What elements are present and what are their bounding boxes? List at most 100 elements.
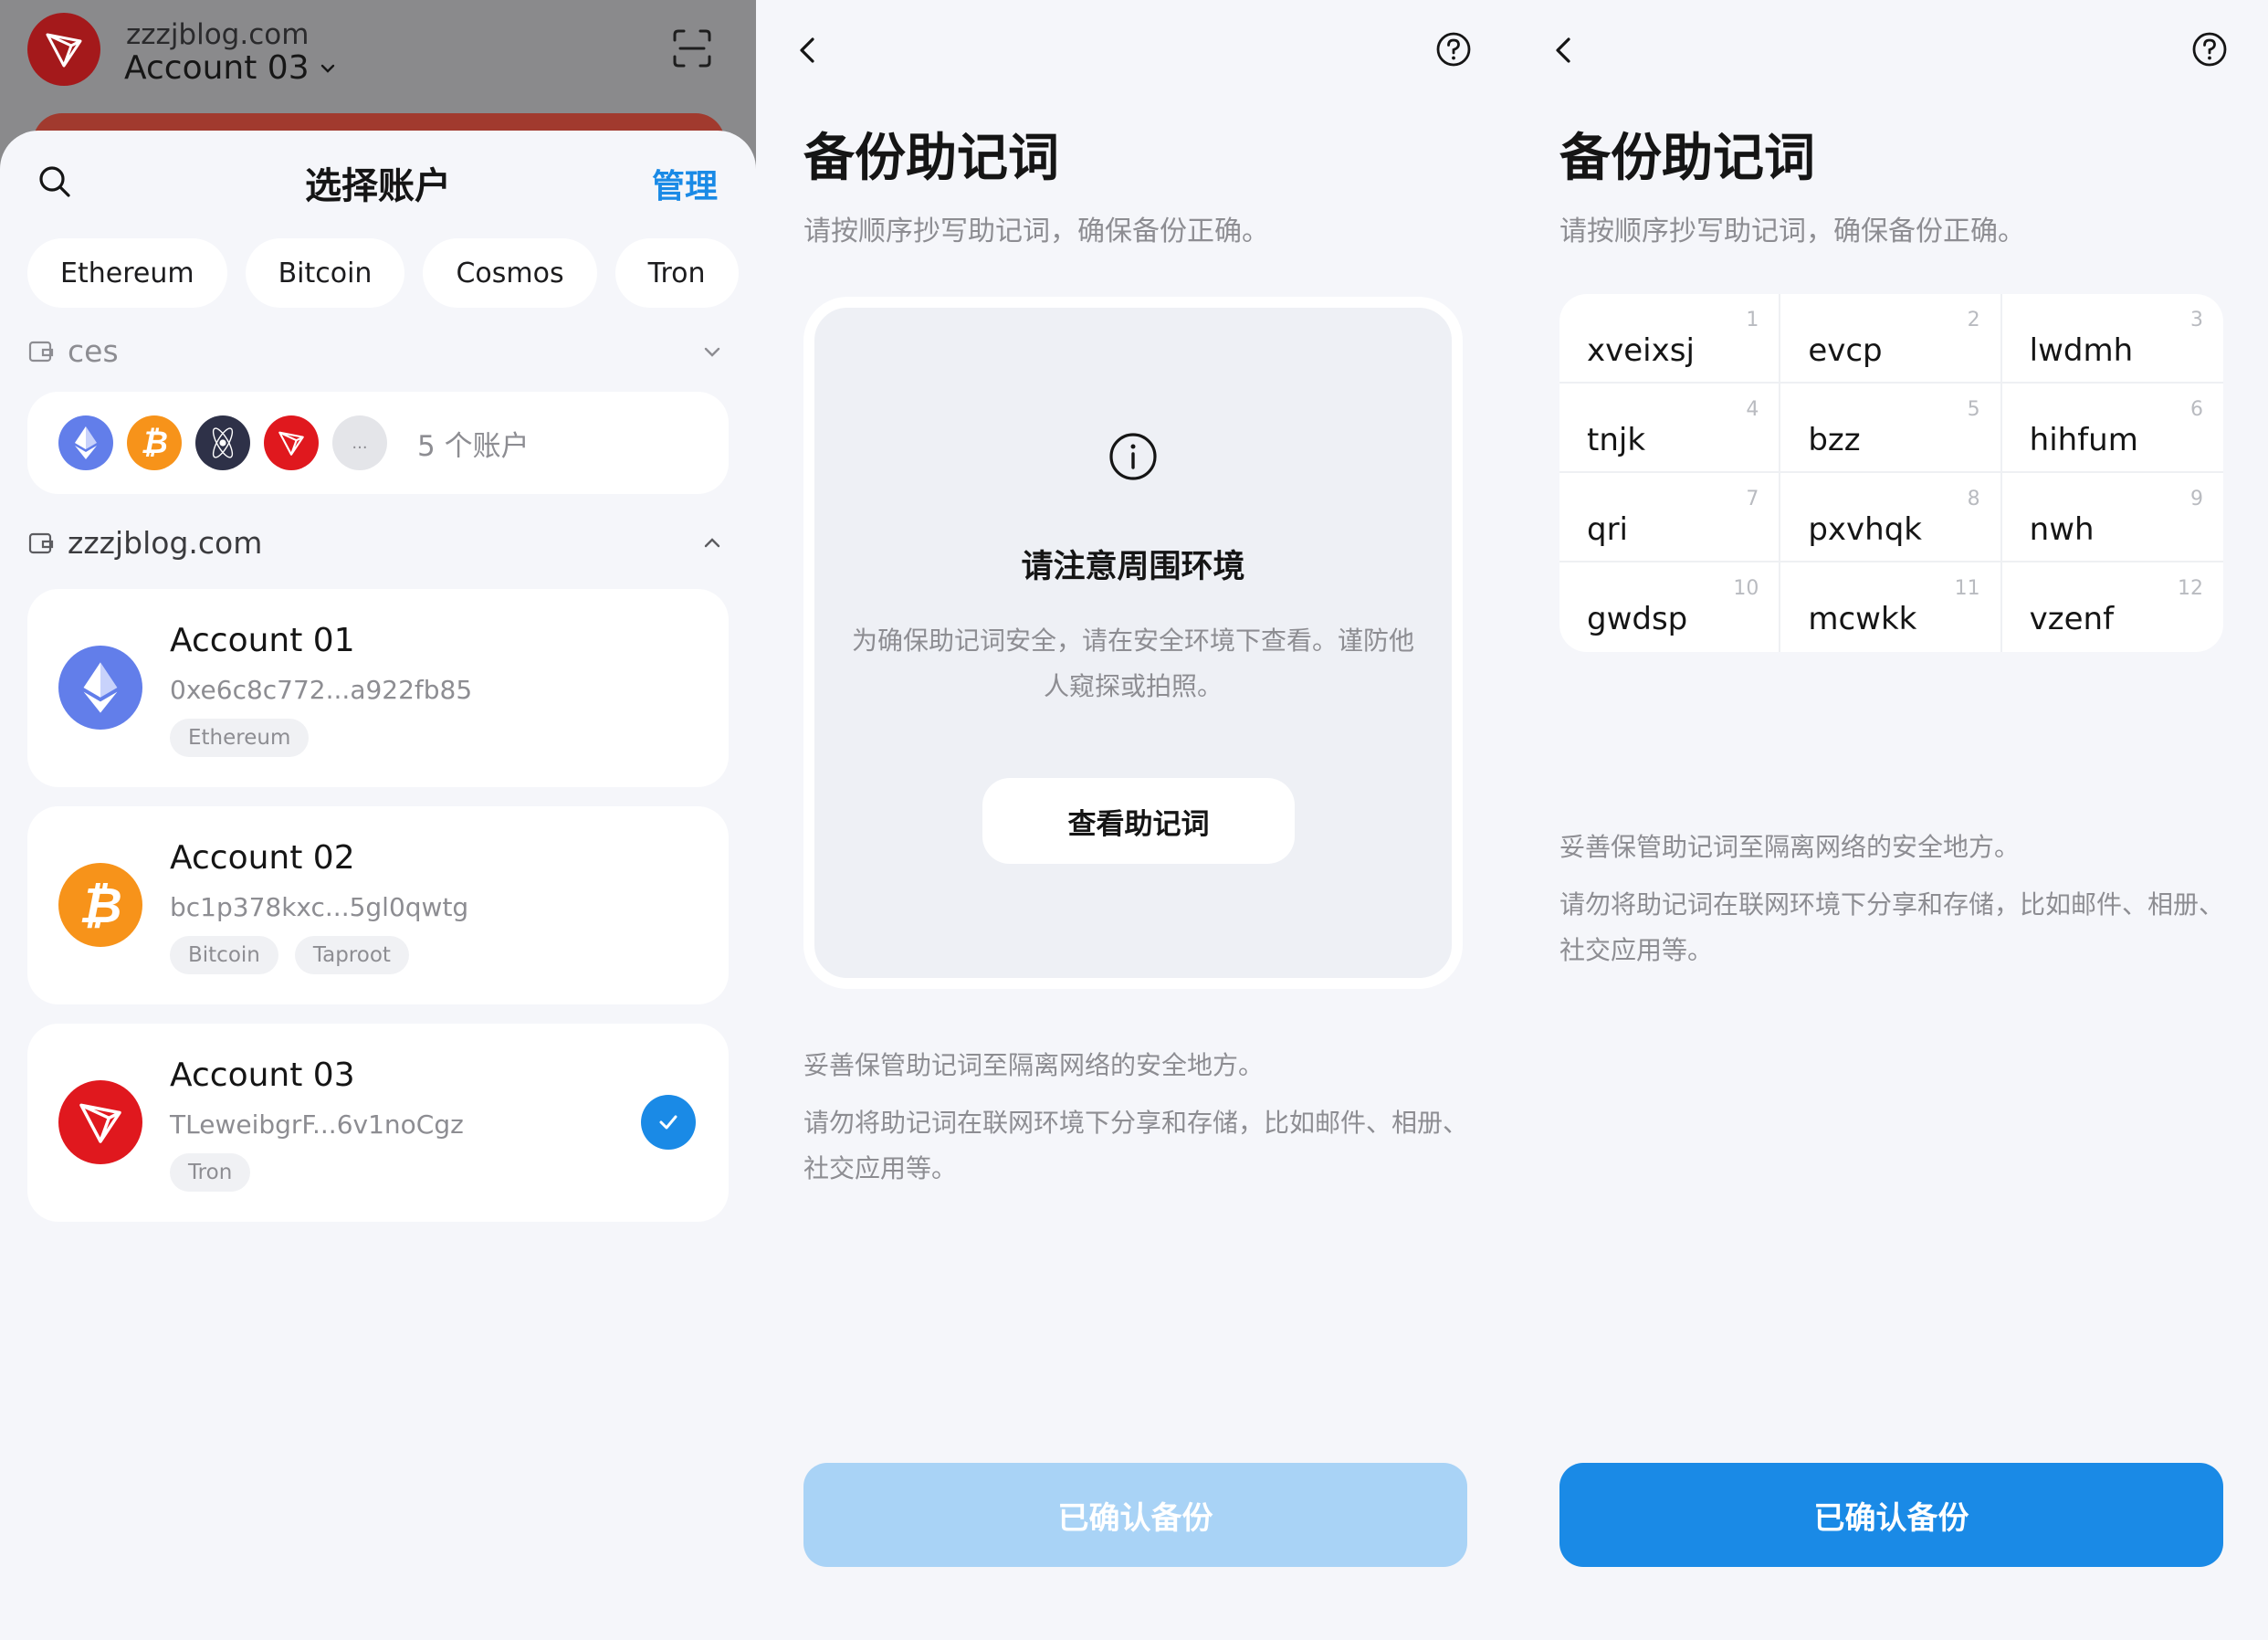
- word-index: 4: [1746, 398, 1759, 421]
- wallet-group-summary-ces[interactable]: ₿ ... 5 个账户: [27, 392, 729, 494]
- mnemonic-word-cell: 5 bzz: [1780, 384, 2002, 473]
- wallet-group-name: ces: [68, 333, 119, 369]
- account-count-label: 5 个账户: [417, 429, 530, 463]
- account-picker-screen: zzzjblog.com Account 03 选择账户 管理 Ethereum…: [0, 0, 756, 1640]
- page-title: 备份助记词: [1559, 129, 1815, 188]
- account-card-01[interactable]: Account 01 0xe6c8c772...a922fb85 Ethereu…: [27, 589, 729, 787]
- current-account-selector[interactable]: Account 03: [124, 49, 337, 87]
- mnemonic-word: nwh: [2029, 511, 2095, 548]
- bitcoin-icon: ₿: [58, 863, 142, 947]
- account-address: TLeweibgrF...6v1noCgz: [170, 1109, 464, 1140]
- chain-filter-cosmos[interactable]: Cosmos: [423, 238, 597, 308]
- mnemonic-word: pxvhqk: [1808, 511, 1922, 548]
- sheet-title: 选择账户: [305, 165, 451, 207]
- mnemonic-word: vzenf: [2029, 601, 2115, 637]
- mnemonic-word-grid: 1 xveixsj 2 evcp 3 lwdmh 4 tnjk 5 bzz 6 hihfum…: [1559, 294, 2223, 652]
- bitcoin-icon: ₿: [127, 415, 182, 470]
- backup-tip-2: 请勿将助记词在联网环境下分享和存储，比如邮件、相册、社交应用等。: [803, 1108, 1469, 1183]
- info-icon: [1109, 433, 1157, 480]
- account-address: bc1p378kxc...5gl0qwtg: [170, 892, 469, 922]
- mnemonic-word: lwdmh: [2029, 332, 2134, 369]
- mnemonic-word: evcp: [1808, 332, 1883, 369]
- view-phrase-button[interactable]: 查看助记词: [982, 778, 1295, 864]
- wallet-icon: [28, 532, 54, 553]
- chain-filter-ethereum[interactable]: Ethereum: [27, 238, 227, 308]
- select-account-sheet: 选择账户 管理 Ethereum Bitcoin Cosmos Tron ces…: [0, 131, 756, 1640]
- chevron-up-icon: [704, 537, 720, 547]
- manage-button[interactable]: 管理: [652, 160, 718, 207]
- mnemonic-word: mcwkk: [1808, 601, 1917, 637]
- confirm-backup-button-disabled: 已确认备份: [803, 1463, 1467, 1567]
- ethereum-icon: [58, 415, 113, 470]
- mnemonic-word: xveixsj: [1587, 332, 1695, 369]
- mnemonic-word-cell: 2 evcp: [1780, 294, 2002, 384]
- backup-phrase-hidden-screen: 备份助记词 请按顺序抄写助记词，确保备份正确。 请注意周围环境 为确保助记词安全…: [756, 0, 1512, 1640]
- mnemonic-word: bzz: [1808, 422, 1861, 458]
- account-name: Account 01: [170, 622, 355, 659]
- back-arrow-icon[interactable]: [793, 35, 824, 66]
- account-card-03[interactable]: Account 03 TLeweibgrF...6v1noCgz Tron: [27, 1024, 729, 1222]
- mnemonic-word-cell: 7 qri: [1559, 473, 1781, 562]
- more-coins-indicator: ...: [332, 415, 387, 470]
- mnemonic-word: tnjk: [1587, 422, 1646, 458]
- chain-tag: Bitcoin: [170, 936, 278, 974]
- selected-check-icon: [641, 1095, 696, 1150]
- word-index: 10: [1733, 577, 1759, 600]
- word-index: 5: [1967, 398, 1980, 421]
- wallet-icon: [28, 341, 54, 362]
- wallet-domain: zzzjblog.com: [126, 18, 310, 51]
- coin-icon-row: ₿ ... 5 个账户: [58, 415, 530, 470]
- mnemonic-word-cell: 11 mcwkk: [1780, 562, 2002, 652]
- backup-tip-1: 妥善保管助记词至隔离网络的安全地方。: [1559, 832, 2021, 862]
- word-index: 9: [2189, 488, 2203, 510]
- scan-icon[interactable]: [671, 27, 713, 69]
- mnemonic-word-cell: 10 gwdsp: [1559, 562, 1781, 652]
- chevron-down-icon: [320, 64, 334, 73]
- word-index: 7: [1746, 488, 1759, 510]
- help-icon[interactable]: [2191, 31, 2228, 68]
- mnemonic-word-cell: 6 hihfum: [2001, 384, 2223, 473]
- chain-tag: Ethereum: [170, 719, 310, 757]
- back-arrow-icon[interactable]: [1549, 35, 1580, 66]
- backup-tip-1: 妥善保管助记词至隔离网络的安全地方。: [803, 1050, 1265, 1080]
- chevron-down-icon: [704, 347, 720, 357]
- chain-filter-bar: Ethereum Bitcoin Cosmos Tron: [27, 238, 739, 308]
- mnemonic-word-cell: 9 nwh: [2001, 473, 2223, 562]
- word-index: 11: [1954, 577, 1980, 600]
- mnemonic-word-cell: 4 tnjk: [1559, 384, 1781, 473]
- cosmos-icon: [195, 415, 250, 470]
- account-name: Account 02: [170, 839, 355, 877]
- account-name: Account 03: [170, 1057, 355, 1094]
- tron-icon: [58, 1080, 142, 1164]
- mnemonic-word-cell: 3 lwdmh: [2001, 294, 2223, 384]
- tron-logo-icon: [27, 13, 100, 86]
- mnemonic-word-cell: 8 pxvhqk: [1780, 473, 2002, 562]
- address-type-tag: Taproot: [294, 936, 409, 974]
- current-account-name: Account 03: [124, 49, 310, 87]
- account-card-02[interactable]: ₿ Account 02 bc1p378kxc...5gl0qwtg Bitco…: [27, 806, 729, 1004]
- backup-phrase-shown-screen: 备份助记词 请按顺序抄写助记词，确保备份正确。 1 xveixsj 2 evcp 3…: [1512, 0, 2268, 1640]
- wallet-group-header-ces[interactable]: ces: [27, 333, 729, 369]
- mnemonic-word: gwdsp: [1587, 601, 1688, 637]
- notice-title: 请注意周围环境: [1021, 549, 1245, 585]
- word-index: 12: [2177, 577, 2203, 600]
- word-index: 6: [2189, 398, 2203, 421]
- mnemonic-word-cell: 12 vzenf: [2002, 562, 2223, 652]
- mnemonic-word: hihfum: [2029, 422, 2138, 458]
- mnemonic-word: qri: [1587, 511, 1629, 548]
- security-notice-card: 请注意周围环境 为确保助记词安全，请在安全环境下查看。谨防他人窥探或拍照。 查看…: [803, 297, 1463, 989]
- wallet-group-name: zzzjblog.com: [68, 525, 263, 561]
- help-icon[interactable]: [1435, 31, 1472, 68]
- ethereum-icon: [58, 646, 142, 730]
- word-index: 8: [1967, 488, 1980, 510]
- chain-filter-bitcoin[interactable]: Bitcoin: [245, 238, 405, 308]
- chain-filter-tron[interactable]: Tron: [614, 238, 739, 308]
- page-subtitle: 请按顺序抄写助记词，确保备份正确。: [803, 216, 1269, 247]
- word-index: 2: [1967, 309, 1980, 331]
- wallet-group-header-zzzjblog[interactable]: zzzjblog.com: [27, 525, 729, 561]
- chain-tag: Tron: [170, 1153, 251, 1192]
- account-address: 0xe6c8c772...a922fb85: [170, 675, 473, 705]
- word-index: 3: [2189, 309, 2203, 331]
- confirm-backup-button[interactable]: 已确认备份: [1559, 1463, 2223, 1567]
- page-subtitle: 请按顺序抄写助记词，确保备份正确。: [1559, 216, 2025, 247]
